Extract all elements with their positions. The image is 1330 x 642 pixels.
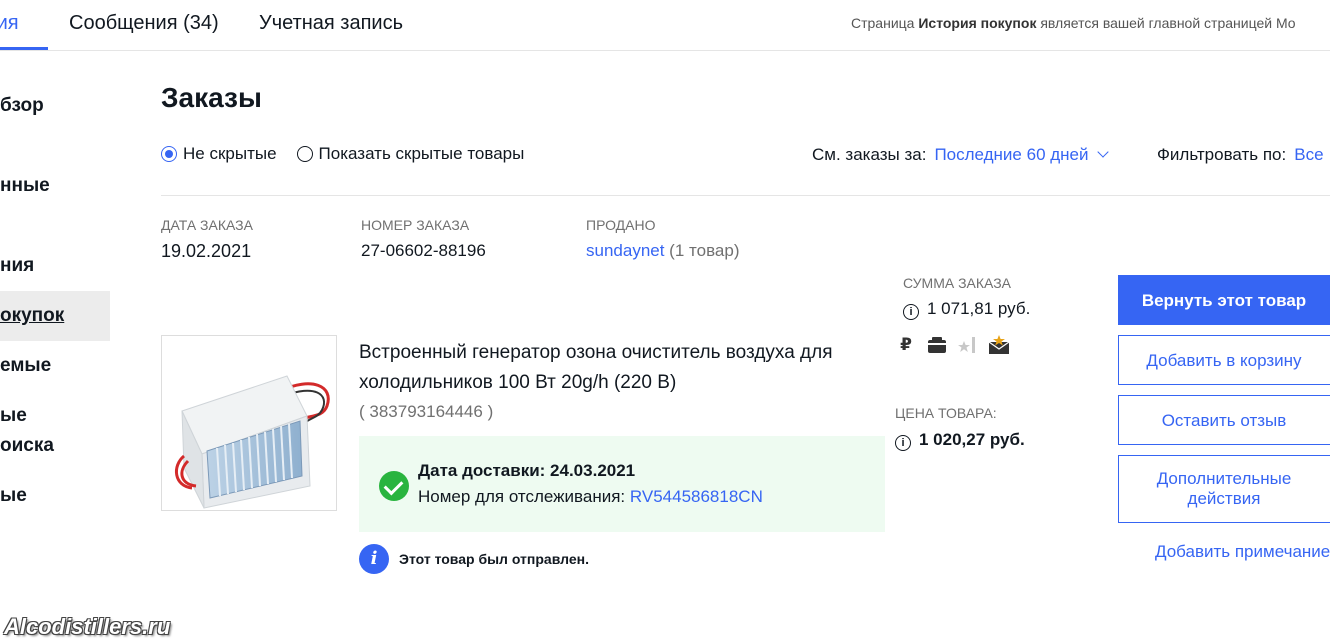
more-actions-button[interactable]: Дополнительные действия (1118, 455, 1330, 523)
tab-messages[interactable]: Сообщения (34) (69, 0, 219, 48)
sidebar-item-bids[interactable]: ния (0, 251, 110, 281)
return-item-button[interactable]: Вернуть этот товар (1118, 275, 1330, 325)
package-icon (926, 334, 948, 356)
sidebar-item-watched[interactable]: емые (0, 351, 110, 381)
info-icon[interactable]: i (895, 435, 911, 451)
sidebar-item-label: окупок (0, 305, 65, 326)
sidebar-item-label: бзор (0, 95, 44, 116)
sidebar-item-label: емые (0, 355, 52, 376)
shipped-note: i Этот товар был отправлен. (359, 544, 589, 574)
seller-label: ПРОДАНО (586, 217, 656, 233)
sidebar-item-saved[interactable]: нные (0, 171, 110, 201)
order-date-value: 19.02.2021 (161, 241, 252, 261)
order-date-label: ДАТА ЗАКАЗА (161, 217, 253, 233)
homepage-note-prefix: Страница (851, 15, 919, 31)
check-circle-icon (379, 471, 409, 501)
info-icon[interactable]: i (903, 304, 919, 320)
sidebar: бзор нные ния окупок емые ые оиска ые (0, 50, 110, 610)
info-icon: i (359, 544, 389, 574)
radio-not-hidden[interactable]: Не скрытые (161, 144, 277, 164)
product-image[interactable] (161, 335, 337, 511)
visibility-radio-group: Не скрытые Показать скрытые товары (161, 144, 524, 164)
leave-feedback-button[interactable]: Оставить отзыв (1118, 395, 1330, 445)
sidebar-item-label: оиска (0, 435, 54, 456)
homepage-note-suffix: является вашей главной страницей Мо (1036, 15, 1296, 31)
star-icon (957, 334, 979, 356)
product-title-link[interactable]: Встроенный генератор озона очиститель во… (359, 338, 869, 398)
sidebar-item-label: ния (0, 255, 35, 276)
seller-link[interactable]: sundaynet (586, 241, 664, 260)
radio-unselected-icon[interactable] (296, 146, 313, 162)
filter-dropdown[interactable]: Все (1294, 145, 1323, 164)
envelope-star-icon (988, 334, 1010, 356)
order-total-label: СУММА ЗАКАЗА (903, 275, 1012, 291)
shipped-note-text: Этот товар был отправлен. (399, 551, 589, 567)
filter-selector: Фильтровать по: Все (1157, 145, 1324, 165)
item-price: i 1 020,27 руб. (895, 430, 1025, 451)
homepage-note-page: История покупок (918, 15, 1037, 31)
radio-show-hidden[interactable]: Показать скрытые товары (296, 144, 525, 164)
period-selector: См. заказы за: Последние 60 дней (812, 145, 1109, 165)
top-nav: вия Сообщения (34) Учетная запись Страни… (0, 0, 1330, 51)
radio-not-hidden-label: Не скрытые (183, 144, 277, 163)
tab-activity[interactable]: вия (0, 0, 48, 50)
filter-label: Фильтровать по: (1157, 145, 1287, 164)
page-title: Заказы (161, 82, 262, 113)
sidebar-item-saved-searches[interactable]: ые оиска (0, 401, 110, 461)
sidebar-item-label: ые (0, 485, 27, 506)
delivery-status-box: Дата доставки: 24.03.2021 Номер для отсл… (359, 436, 885, 532)
item-price-label: ЦЕНА ТОВАРА: (895, 405, 997, 421)
period-label: См. заказы за: (812, 145, 927, 164)
tracking-number-link[interactable]: RV544586818CN (630, 487, 763, 506)
delivery-date: Дата доставки: 24.03.2021 (418, 461, 636, 480)
item-number: ( 383793164446 ) (359, 402, 494, 421)
status-icons: ₽ (895, 334, 1010, 356)
sidebar-item-label: нные (0, 175, 50, 196)
seller-item-count: (1 товар) (664, 241, 740, 260)
ozone-generator-image (175, 375, 330, 509)
order-total: i 1 071,81 руб. (903, 299, 1030, 320)
sidebar-item-purchase-history[interactable]: окупок (0, 291, 110, 341)
order-number-value: 27-06602-88196 (361, 241, 486, 260)
divider (161, 195, 1330, 196)
sidebar-item-overview[interactable]: бзор (0, 91, 110, 121)
radio-show-hidden-label: Показать скрытые товары (318, 144, 525, 163)
add-to-cart-button[interactable]: Добавить в корзину (1118, 335, 1330, 385)
period-value: Последние 60 дней (934, 145, 1089, 164)
watermark: Alcodistillers.ru (4, 614, 171, 639)
chevron-down-icon (1096, 146, 1109, 158)
period-dropdown[interactable]: Последние 60 дней (934, 145, 1109, 164)
homepage-note: Страница История покупок является вашей … (851, 15, 1296, 31)
ruble-icon: ₽ (900, 335, 912, 354)
item-price-value: 1 020,27 руб. (919, 430, 1025, 449)
order-total-value: 1 071,81 руб. (927, 299, 1031, 318)
order-number-label: НОМЕР ЗАКАЗА (361, 217, 470, 233)
radio-selected-icon[interactable] (161, 146, 177, 162)
sidebar-item-saved-sellers[interactable]: ые (0, 481, 110, 511)
seller-info: sundaynet (1 товар) (586, 241, 739, 261)
tab-account[interactable]: Учетная запись (259, 0, 403, 48)
add-note-link[interactable]: Добавить примечание (1155, 542, 1330, 562)
sidebar-item-label: ые (0, 405, 27, 426)
tracking-label: Номер для отслеживания: (418, 487, 630, 506)
tracking-info: Номер для отслеживания: RV544586818CN (418, 487, 763, 507)
